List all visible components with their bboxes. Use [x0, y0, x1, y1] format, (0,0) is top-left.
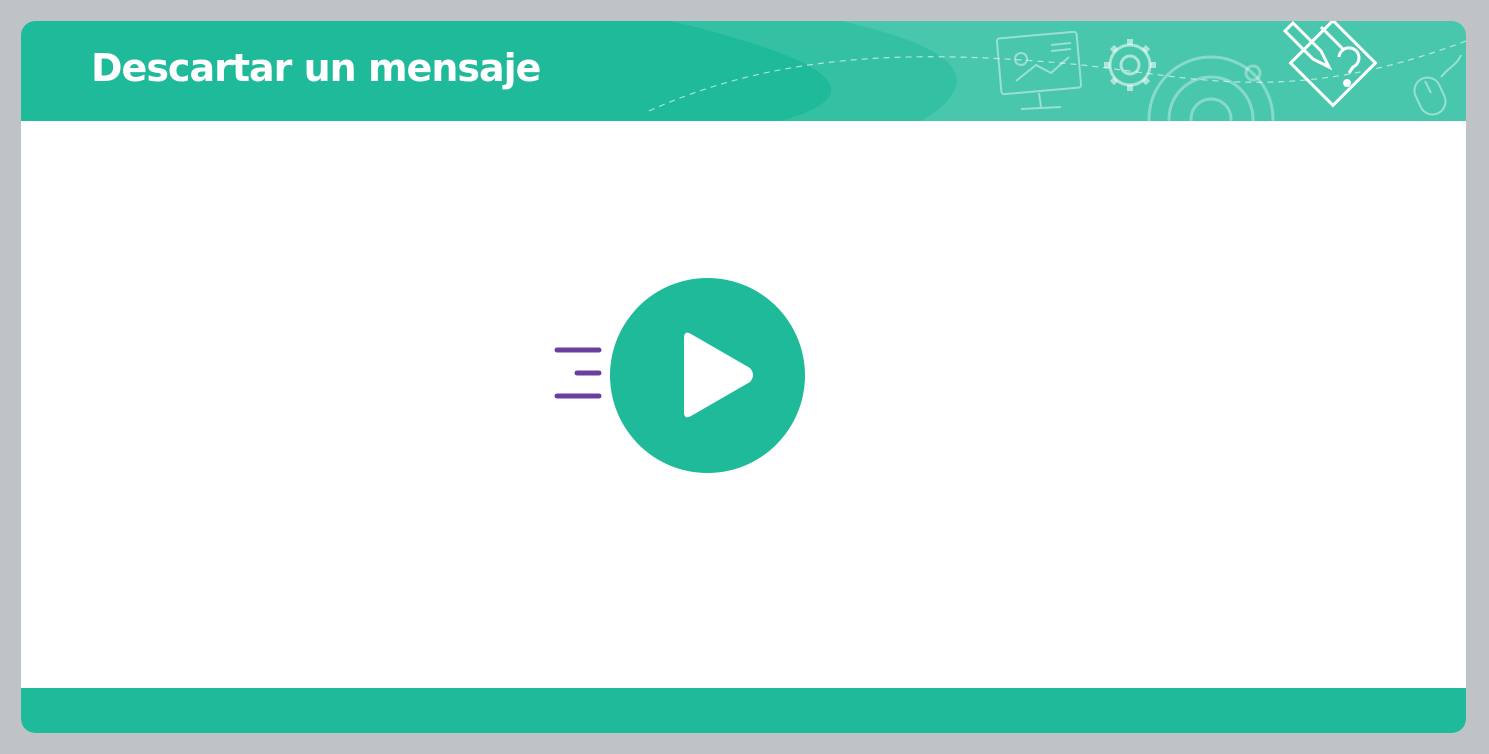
player-control-bar — [21, 688, 1466, 733]
play-control[interactable] — [553, 278, 805, 474]
video-player-frame: Descartar un mensaje — [21, 21, 1466, 733]
speed-lines-icon — [554, 347, 602, 399]
play-icon — [684, 332, 753, 418]
video-area[interactable] — [21, 121, 1466, 688]
play-button[interactable] — [610, 278, 805, 473]
header-banner: Descartar un mensaje — [21, 21, 1466, 121]
page-title: Descartar un mensaje — [91, 46, 541, 90]
